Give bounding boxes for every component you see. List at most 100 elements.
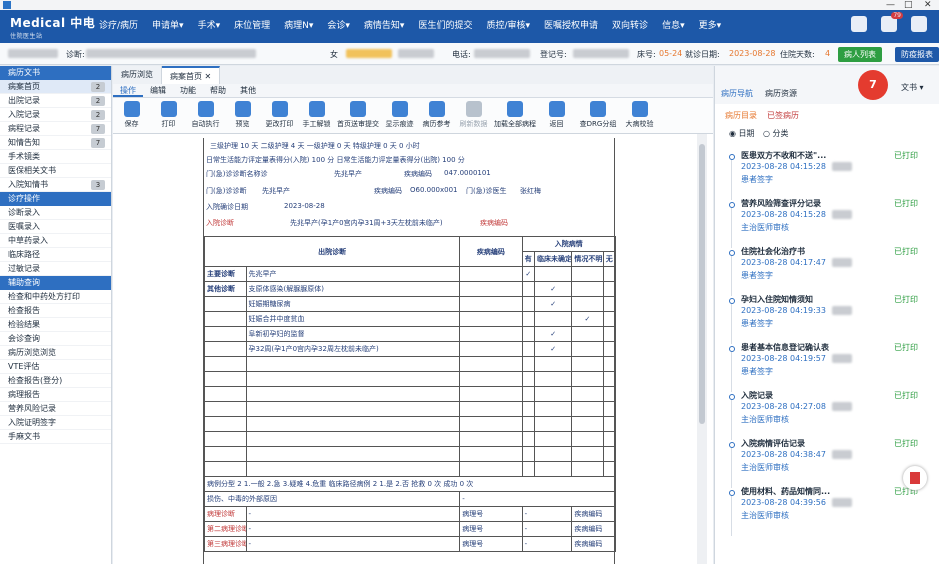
pathology-no[interactable]: - [521,521,573,537]
row-check[interactable] [571,461,604,477]
menu-item[interactable]: 医生们的提交 [411,19,479,33]
toolbar-button[interactable]: 打印 [150,98,187,133]
row-check[interactable] [571,326,604,342]
row-code[interactable] [459,356,523,372]
message-icon[interactable]: 79 [881,12,903,32]
row-check[interactable] [521,386,536,402]
row-check[interactable] [571,266,604,282]
toolbar-button[interactable]: 加载全部病程 [492,98,538,133]
maximize-button[interactable]: □ [904,0,913,10]
opd-name-value[interactable]: 先兆早产 [334,169,362,179]
sidebar-item[interactable]: 过敏记录 [0,262,111,276]
row-diagnosis[interactable] [245,386,461,402]
row-check[interactable] [534,461,573,477]
row-check[interactable] [521,446,536,462]
sidebar-item[interactable]: 手术镜类 [0,150,111,164]
row-check[interactable]: ✓ [534,281,573,297]
row-check[interactable] [521,416,536,432]
row-check[interactable] [602,416,616,432]
ribbon-tab[interactable]: 功能 [173,84,203,97]
row-code[interactable] [459,401,523,417]
menu-item[interactable]: 申请单▾ [145,19,191,33]
row-code[interactable] [459,371,523,387]
notification-bubble[interactable]: 7 [858,70,888,100]
row-check[interactable] [571,341,604,357]
opd-code-value[interactable]: O60.000x001 [410,186,458,194]
row-check[interactable] [534,386,573,402]
row-code[interactable] [459,296,523,312]
row-check[interactable] [521,296,536,312]
sidebar-item[interactable]: 医保相关文书 [0,164,111,178]
sidebar-item[interactable]: 入院证明签字 [0,416,111,430]
pathology-no[interactable]: - [521,506,573,522]
sidebar-item[interactable]: VTE评估 [0,360,111,374]
sidebar-item[interactable]: 入院记录 2 [0,108,111,122]
record-item[interactable]: 医患双方不收和不送"... 2023-08-28 04:15:28 患者签字 已打印 [715,150,939,200]
menu-item[interactable]: 病理N▾ [277,19,320,33]
row-check[interactable] [602,356,616,372]
row-check[interactable] [521,326,536,342]
row-check[interactable] [571,281,604,297]
sidebar-item[interactable]: 病程记录 7 [0,122,111,136]
row-check[interactable]: ✓ [534,326,573,342]
tab-record-browse[interactable]: 病历浏览 [113,66,162,84]
row-check[interactable] [521,311,536,327]
pathology-value[interactable]: - [245,521,461,537]
menu-item[interactable]: 诊疗/病历 [92,19,145,33]
record-item[interactable]: 孕妇入住院知情须知 2023-08-28 04:19:33 患者签字 已打印 [715,294,939,344]
row-check[interactable] [521,341,536,357]
sidebar-item[interactable]: 入院知情书 3 [0,178,111,192]
row-check[interactable] [534,401,573,417]
row-check[interactable]: ✓ [521,266,536,282]
row-check[interactable] [602,326,616,342]
tab-navigation[interactable]: 病历导航 [721,88,753,99]
user-icon[interactable] [911,16,927,32]
sub-signed[interactable]: 已签病历 [767,110,799,121]
row-check[interactable] [534,446,573,462]
row-check[interactable] [602,401,616,417]
record-item[interactable]: 使用材料、药品知情同... 2023-08-28 04:39:56 主治医师审核 已打… [715,486,939,536]
row-diagnosis[interactable]: 妊娠合并中度贫血 [245,311,461,327]
row-diagnosis[interactable] [245,431,461,447]
row-check[interactable] [534,311,573,327]
sub-catalog[interactable]: 病历目录 [725,110,757,121]
sidebar-section-title[interactable]: 病历文书 [0,66,111,80]
row-diagnosis[interactable]: 孕32周(孕1产0宫内孕32周左枕前未临产) [245,341,461,357]
toolbar-button[interactable]: 显示痕迹 [381,98,418,133]
row-check[interactable] [571,416,604,432]
row-check[interactable] [534,431,573,447]
toolbar-button[interactable]: 首页送审提交 [335,98,381,133]
row-code[interactable] [459,431,523,447]
row-diagnosis[interactable] [245,446,461,462]
row-diagnosis[interactable]: 妊娠期糖尿病 [245,296,461,312]
close-icon[interactable]: ✕ [205,72,212,81]
ribbon-tab[interactable]: 操作 [113,84,143,97]
row-check[interactable] [602,281,616,297]
menu-item[interactable]: 病情告知▾ [357,19,412,33]
row-check[interactable] [571,386,604,402]
menu-item[interactable]: 更多▾ [692,19,729,33]
toolbar-button[interactable]: 病历参考 [418,98,455,133]
row-check[interactable] [571,446,604,462]
row-check[interactable] [521,431,536,447]
row-check[interactable] [602,461,616,477]
doc-type-select[interactable]: 文书 ▾ [901,82,924,93]
row-check[interactable] [521,371,536,387]
row-check[interactable]: ✓ [534,296,573,312]
sidebar-item[interactable]: 营养风险记录 [0,402,111,416]
tab-front-page[interactable]: 病案首页 ✕ [162,66,221,84]
sidebar-item[interactable]: 检查报告 [0,304,111,318]
menu-item[interactable]: 信息▾ [655,19,692,33]
row-check[interactable] [534,416,573,432]
sidebar-section-title[interactable]: 辅助查询 [0,276,111,290]
scroll-thumb[interactable] [699,144,705,424]
record-item[interactable]: 患者基本信息登记确认表 2023-08-28 04:19:57 患者签字 已打印 [715,342,939,392]
toolbar-button[interactable]: 手工解锁 [298,98,335,133]
close-button[interactable]: ✕ [924,0,932,10]
sidebar-item[interactable]: 病理报告 [0,388,111,402]
toolbar-button[interactable]: 保存 [113,98,150,133]
menu-item[interactable]: 双向转诊 [605,19,655,33]
sidebar-item[interactable]: 检查和中药处方打印 [0,290,111,304]
code-value[interactable]: 047.0000101 [444,169,491,177]
sidebar-item[interactable]: 手麻文书 [0,430,111,444]
